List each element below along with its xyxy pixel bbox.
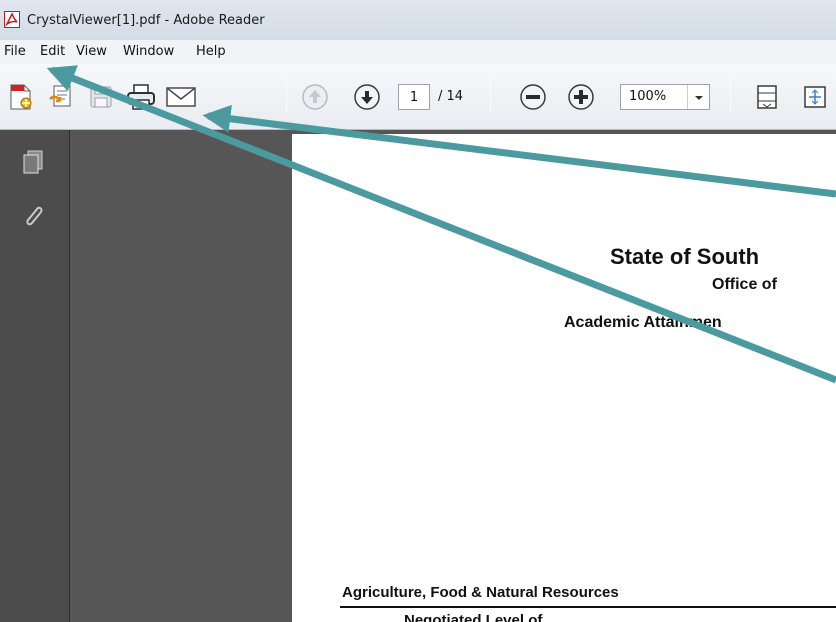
- save-button[interactable]: [86, 82, 116, 112]
- zoom-out-icon: [519, 83, 547, 111]
- chevron-down-icon: [694, 88, 704, 106]
- fit-page-icon: [754, 83, 780, 111]
- export-button[interactable]: [46, 82, 76, 112]
- menu-help[interactable]: Help: [196, 44, 226, 59]
- create-pdf-icon: [8, 83, 34, 111]
- print-icon: [126, 83, 156, 111]
- next-page-icon: [353, 83, 381, 111]
- document-subtitle: Office of: [712, 276, 777, 293]
- table-rule: [340, 606, 836, 608]
- table-header-text: Negotiated Level of: [404, 612, 543, 622]
- create-pdf-button[interactable]: [6, 82, 36, 112]
- zoom-value: 100%: [629, 89, 667, 104]
- next-page-button[interactable]: [352, 82, 382, 112]
- fit-page-button[interactable]: [752, 82, 782, 112]
- export-icon: [48, 83, 74, 111]
- document-title: State of South: [610, 244, 760, 269]
- attachments-icon[interactable]: [20, 202, 48, 230]
- save-icon: [88, 84, 114, 110]
- document-heading: Academic Attainmen: [564, 314, 722, 331]
- menu-file[interactable]: File: [4, 44, 26, 59]
- previous-page-button[interactable]: [300, 82, 330, 112]
- toolbar: 1 / 14 100%: [0, 64, 836, 130]
- toolbar-separator: [490, 78, 491, 112]
- menu-view[interactable]: View: [76, 44, 107, 59]
- application-window: CrystalViewer[1].pdf - Adobe Reader File…: [0, 0, 836, 622]
- title-bar: CrystalViewer[1].pdf - Adobe Reader: [0, 0, 836, 40]
- document-area[interactable]: State of South Office of Academic Attain…: [70, 130, 836, 622]
- pdf-page: State of South Office of Academic Attain…: [292, 134, 836, 622]
- navigation-pane: [0, 130, 70, 622]
- page-total: / 14: [438, 89, 464, 104]
- zoom-out-button[interactable]: [518, 82, 548, 112]
- toolbar-separator: [730, 78, 731, 112]
- zoom-select[interactable]: 100%: [620, 84, 710, 110]
- adobe-reader-icon: [4, 11, 20, 28]
- menu-window[interactable]: Window: [123, 44, 174, 59]
- print-button[interactable]: [126, 82, 156, 112]
- previous-page-icon: [301, 83, 329, 111]
- section-heading: Agriculture, Food & Natural Resources: [342, 584, 619, 601]
- pages-icon[interactable]: [20, 148, 48, 176]
- zoom-dropdown-button[interactable]: [687, 85, 709, 109]
- window-title: CrystalViewer[1].pdf - Adobe Reader: [27, 13, 265, 28]
- zoom-in-icon: [567, 83, 595, 111]
- full-screen-icon: [801, 83, 829, 111]
- full-screen-button[interactable]: [800, 82, 830, 112]
- menu-edit[interactable]: Edit: [40, 44, 65, 59]
- toolbar-separator: [286, 78, 287, 112]
- page-number-input[interactable]: 1: [398, 84, 430, 110]
- zoom-in-button[interactable]: [566, 82, 596, 112]
- email-button[interactable]: [166, 82, 196, 112]
- email-icon: [165, 85, 197, 109]
- menu-bar: File Edit View Window Help: [0, 40, 836, 64]
